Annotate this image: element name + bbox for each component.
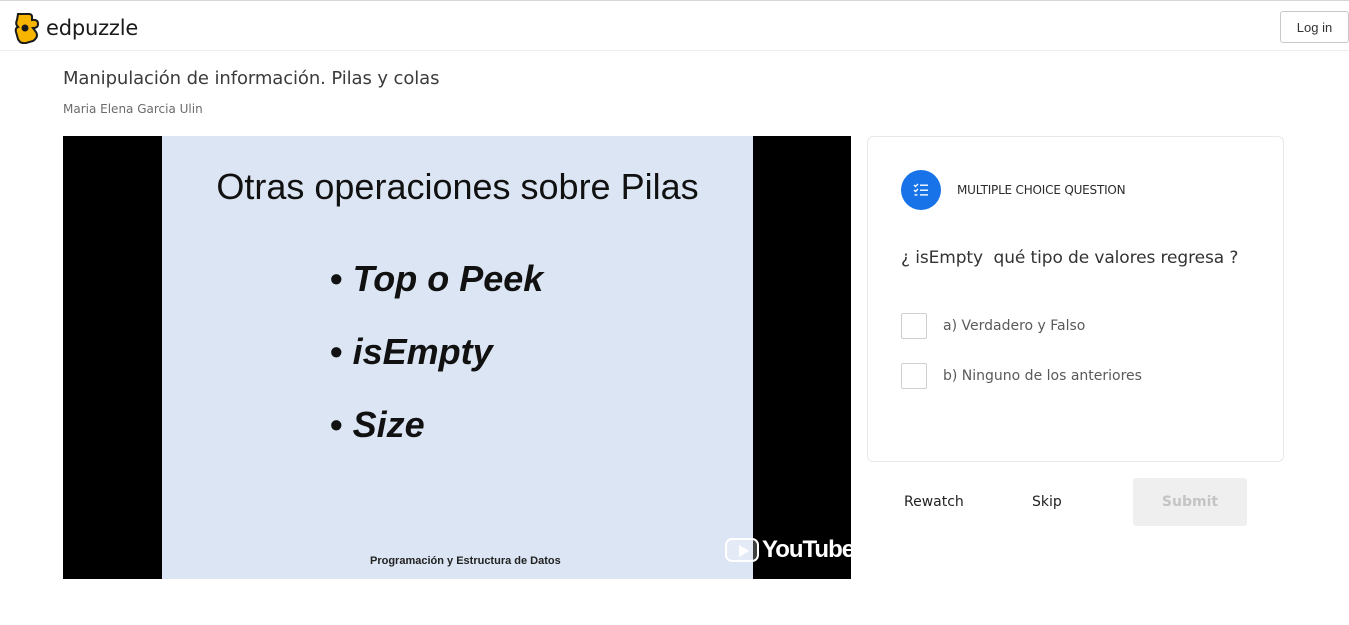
- question-card: MULTIPLE CHOICE QUESTION ¿ isEmpty qué t…: [867, 136, 1284, 462]
- edpuzzle-logo-icon: [14, 13, 40, 44]
- option-a-label: a) Verdadero y Falso: [943, 318, 1086, 334]
- checklist-icon: [901, 170, 941, 210]
- video-frame-slide: Otras operaciones sobre Pilas • Top o Pee…: [162, 136, 753, 579]
- top-bar: edpuzzle Log in: [0, 0, 1349, 51]
- answer-option-b[interactable]: b) Ninguno de los anteriores: [901, 363, 1142, 389]
- video-player[interactable]: Otras operaciones sobre Pilas • Top o Pee…: [63, 136, 855, 579]
- skip-button[interactable]: Skip: [1032, 478, 1062, 526]
- slide-bullet: • Size: [330, 404, 425, 445]
- rewatch-button[interactable]: Rewatch: [904, 478, 964, 526]
- question-type-label: MULTIPLE CHOICE QUESTION: [957, 183, 1126, 197]
- slide-bullet: • Top o Peek: [330, 258, 544, 299]
- option-b-label: b) Ninguno de los anteriores: [943, 368, 1142, 384]
- youtube-play-icon: [725, 538, 759, 562]
- question-text: ¿ isEmpty qué tipo de valores regresa ?: [901, 248, 1239, 268]
- slide-bullets: • Top o Peek • isEmpty • Size: [330, 258, 543, 477]
- brand-name: edpuzzle: [46, 16, 139, 40]
- lesson-title: Manipulación de información. Pilas y col…: [63, 68, 440, 89]
- slide-title: Otras operaciones sobre Pilas: [216, 166, 699, 207]
- login-button[interactable]: Log in: [1280, 11, 1349, 43]
- submit-button[interactable]: Submit: [1133, 478, 1247, 526]
- answer-option-a[interactable]: a) Verdadero y Falso: [901, 313, 1085, 339]
- youtube-watermark[interactable]: YouTube: [725, 536, 855, 564]
- option-b-checkbox[interactable]: [901, 363, 927, 389]
- youtube-wordmark: YouTube: [762, 536, 855, 563]
- edpuzzle-logo[interactable]: edpuzzle: [14, 12, 138, 44]
- question-actions: Rewatch Skip Submit: [867, 478, 1284, 526]
- option-a-checkbox[interactable]: [901, 313, 927, 339]
- lesson-author: Maria Elena Garcia Ulin: [63, 102, 203, 116]
- slide-bullet: • isEmpty: [330, 331, 493, 372]
- slide-footer: Programación y Estructura de Datos: [370, 555, 561, 567]
